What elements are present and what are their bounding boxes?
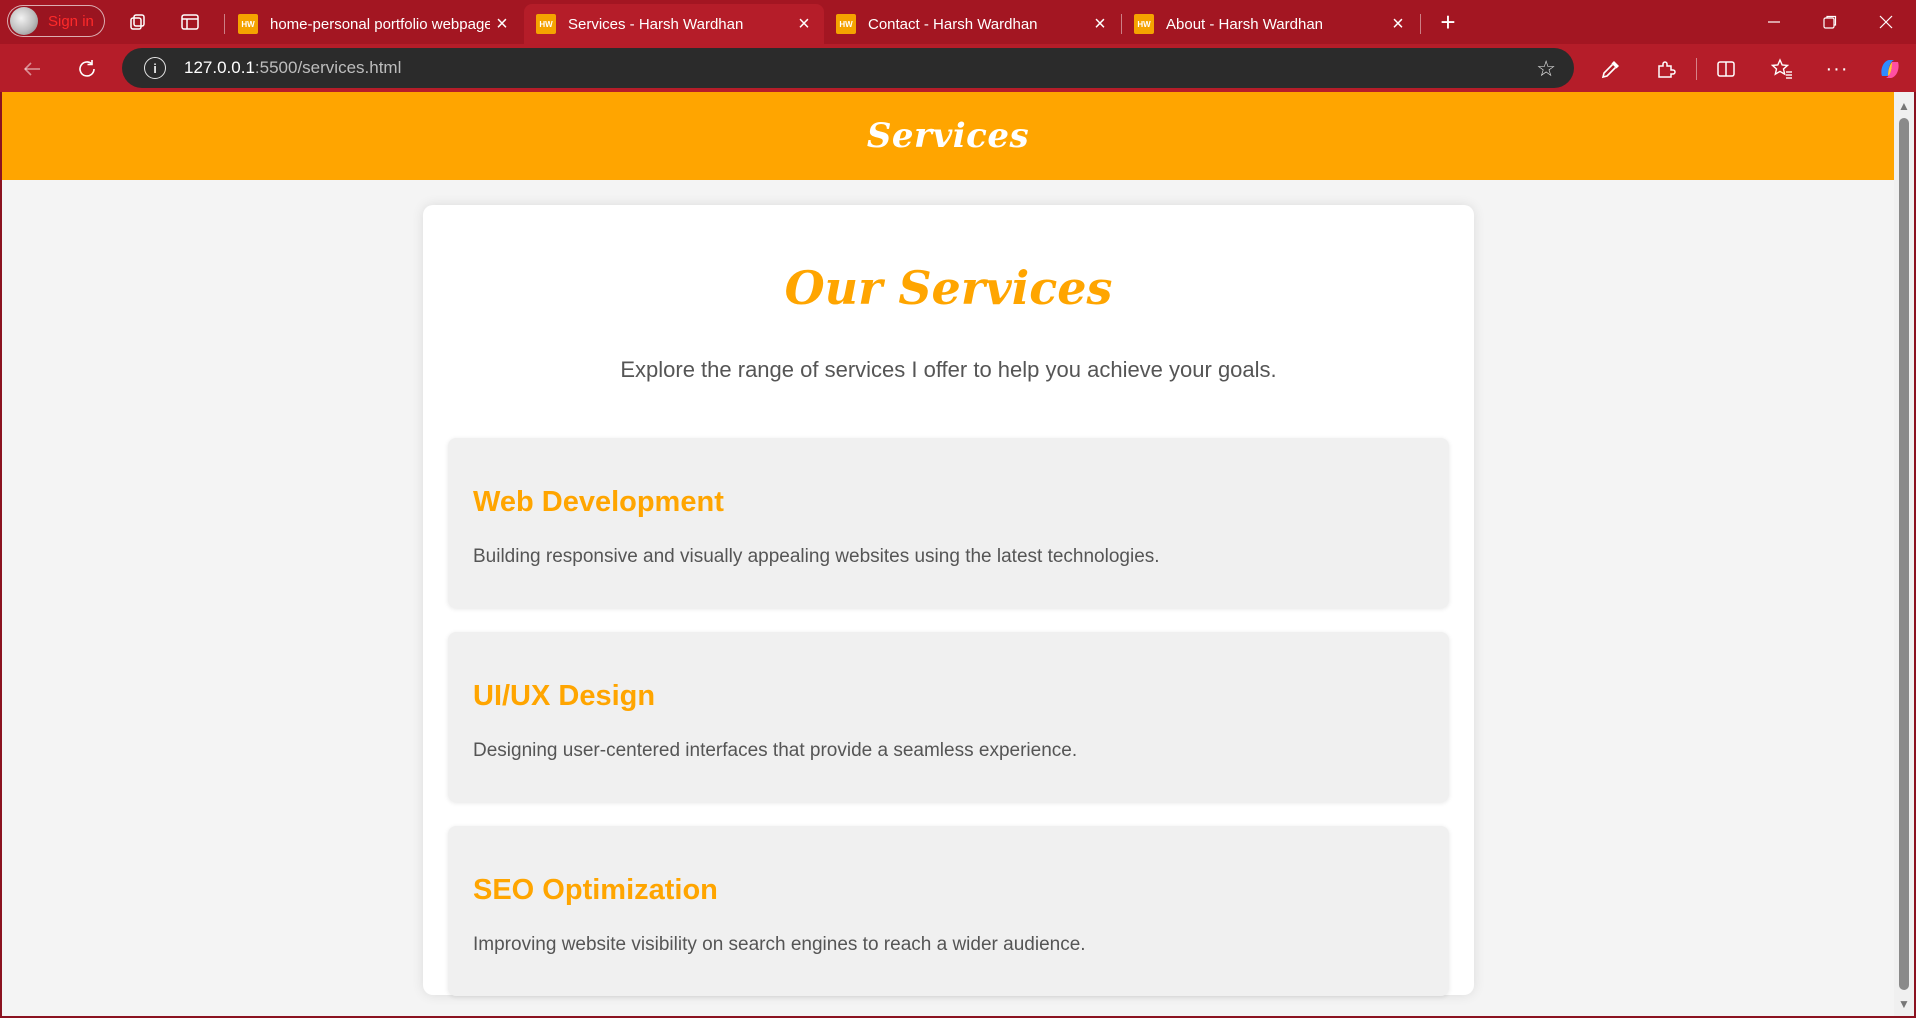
favorites-icon[interactable]: [1768, 55, 1796, 83]
tab-services[interactable]: HW Services - Harsh Wardhan ×: [524, 4, 824, 44]
copilot-icon[interactable]: [1876, 55, 1904, 83]
avatar: [10, 7, 38, 35]
tab-home[interactable]: HW home-personal portfolio webpage ×: [226, 4, 522, 44]
page-title: Services: [866, 116, 1030, 156]
split-screen-icon[interactable]: [1712, 55, 1740, 83]
service-description: Improving website visibility on search e…: [473, 934, 1086, 955]
tab-title: About - Harsh Wardhan: [1166, 15, 1324, 33]
tab-title: Services - Harsh Wardhan: [568, 15, 744, 33]
site-header: Services: [2, 92, 1894, 180]
close-icon[interactable]: ×: [490, 12, 514, 36]
favicon-icon: HW: [536, 14, 556, 34]
profile-button[interactable]: Sign in: [7, 5, 105, 37]
star-icon[interactable]: ☆: [1536, 56, 1556, 82]
service-title: UI/UX Design: [473, 680, 656, 712]
puzzle-icon[interactable]: [1652, 55, 1680, 83]
tab-contact[interactable]: HW Contact - Harsh Wardhan ×: [824, 4, 1120, 44]
refresh-icon[interactable]: [72, 54, 102, 84]
close-icon[interactable]: ×: [1386, 12, 1410, 36]
url-path: :5500/services.html: [254, 58, 402, 77]
service-card-seo-optimization: SEO Optimization Improving website visib…: [448, 826, 1449, 996]
page-viewport: Services Our Services Explore the range …: [2, 92, 1914, 1016]
section-intro: Explore the range of services I offer to…: [620, 357, 1277, 382]
address-bar[interactable]: i 127.0.0.1 :5500/services.html ☆: [122, 48, 1574, 88]
toolbar-separator: [1696, 58, 1697, 80]
restore-icon[interactable]: [1802, 4, 1858, 40]
service-card-ui-ux-design: UI/UX Design Designing user-centered int…: [448, 632, 1449, 802]
browser-toolbar: i 127.0.0.1 :5500/services.html ☆ ···: [0, 44, 1916, 92]
tab-title: Contact - Harsh Wardhan: [868, 15, 1038, 33]
workspaces-icon[interactable]: [126, 10, 150, 34]
favicon-icon: HW: [1134, 14, 1154, 34]
vertical-scrollbar[interactable]: ▲ ▼: [1894, 92, 1914, 1016]
favicon-icon: HW: [836, 14, 856, 34]
services-container: Our Services Explore the range of servic…: [423, 205, 1474, 996]
profile-label: Sign in: [48, 12, 94, 30]
minimize-icon[interactable]: [1746, 4, 1802, 40]
tab-separator: [1420, 14, 1421, 34]
tab-separator: [224, 14, 225, 34]
tab-about[interactable]: HW About - Harsh Wardhan ×: [1122, 4, 1418, 44]
eyedropper-icon[interactable]: [1597, 55, 1625, 83]
service-card-web-development: Web Development Building responsive and …: [448, 438, 1449, 608]
scroll-up-icon[interactable]: ▲: [1898, 99, 1910, 113]
service-description: Designing user-centered interfaces that …: [473, 740, 1078, 761]
url-host: 127.0.0.1: [184, 58, 255, 77]
more-icon[interactable]: ···: [1823, 55, 1851, 83]
section-title: Our Services: [784, 261, 1113, 315]
service-title: SEO Optimization: [473, 874, 718, 906]
tab-title: home-personal portfolio webpage: [270, 15, 490, 33]
service-description: Building responsive and visually appeali…: [473, 546, 1160, 567]
scroll-down-icon[interactable]: ▼: [1898, 997, 1910, 1011]
back-arrow-icon[interactable]: [17, 54, 47, 84]
favicon-icon: HW: [238, 14, 258, 34]
tab-bar: Sign in HW home-personal portfolio webpa…: [0, 0, 1916, 44]
close-icon[interactable]: ×: [792, 12, 816, 36]
tab-actions-icon[interactable]: [178, 10, 202, 34]
info-icon[interactable]: i: [144, 57, 166, 79]
close-icon[interactable]: ×: [1088, 12, 1112, 36]
scroll-thumb[interactable]: [1899, 118, 1909, 990]
service-title: Web Development: [473, 486, 724, 518]
plus-icon[interactable]: +: [1436, 7, 1460, 37]
window-close-icon[interactable]: [1858, 4, 1914, 40]
